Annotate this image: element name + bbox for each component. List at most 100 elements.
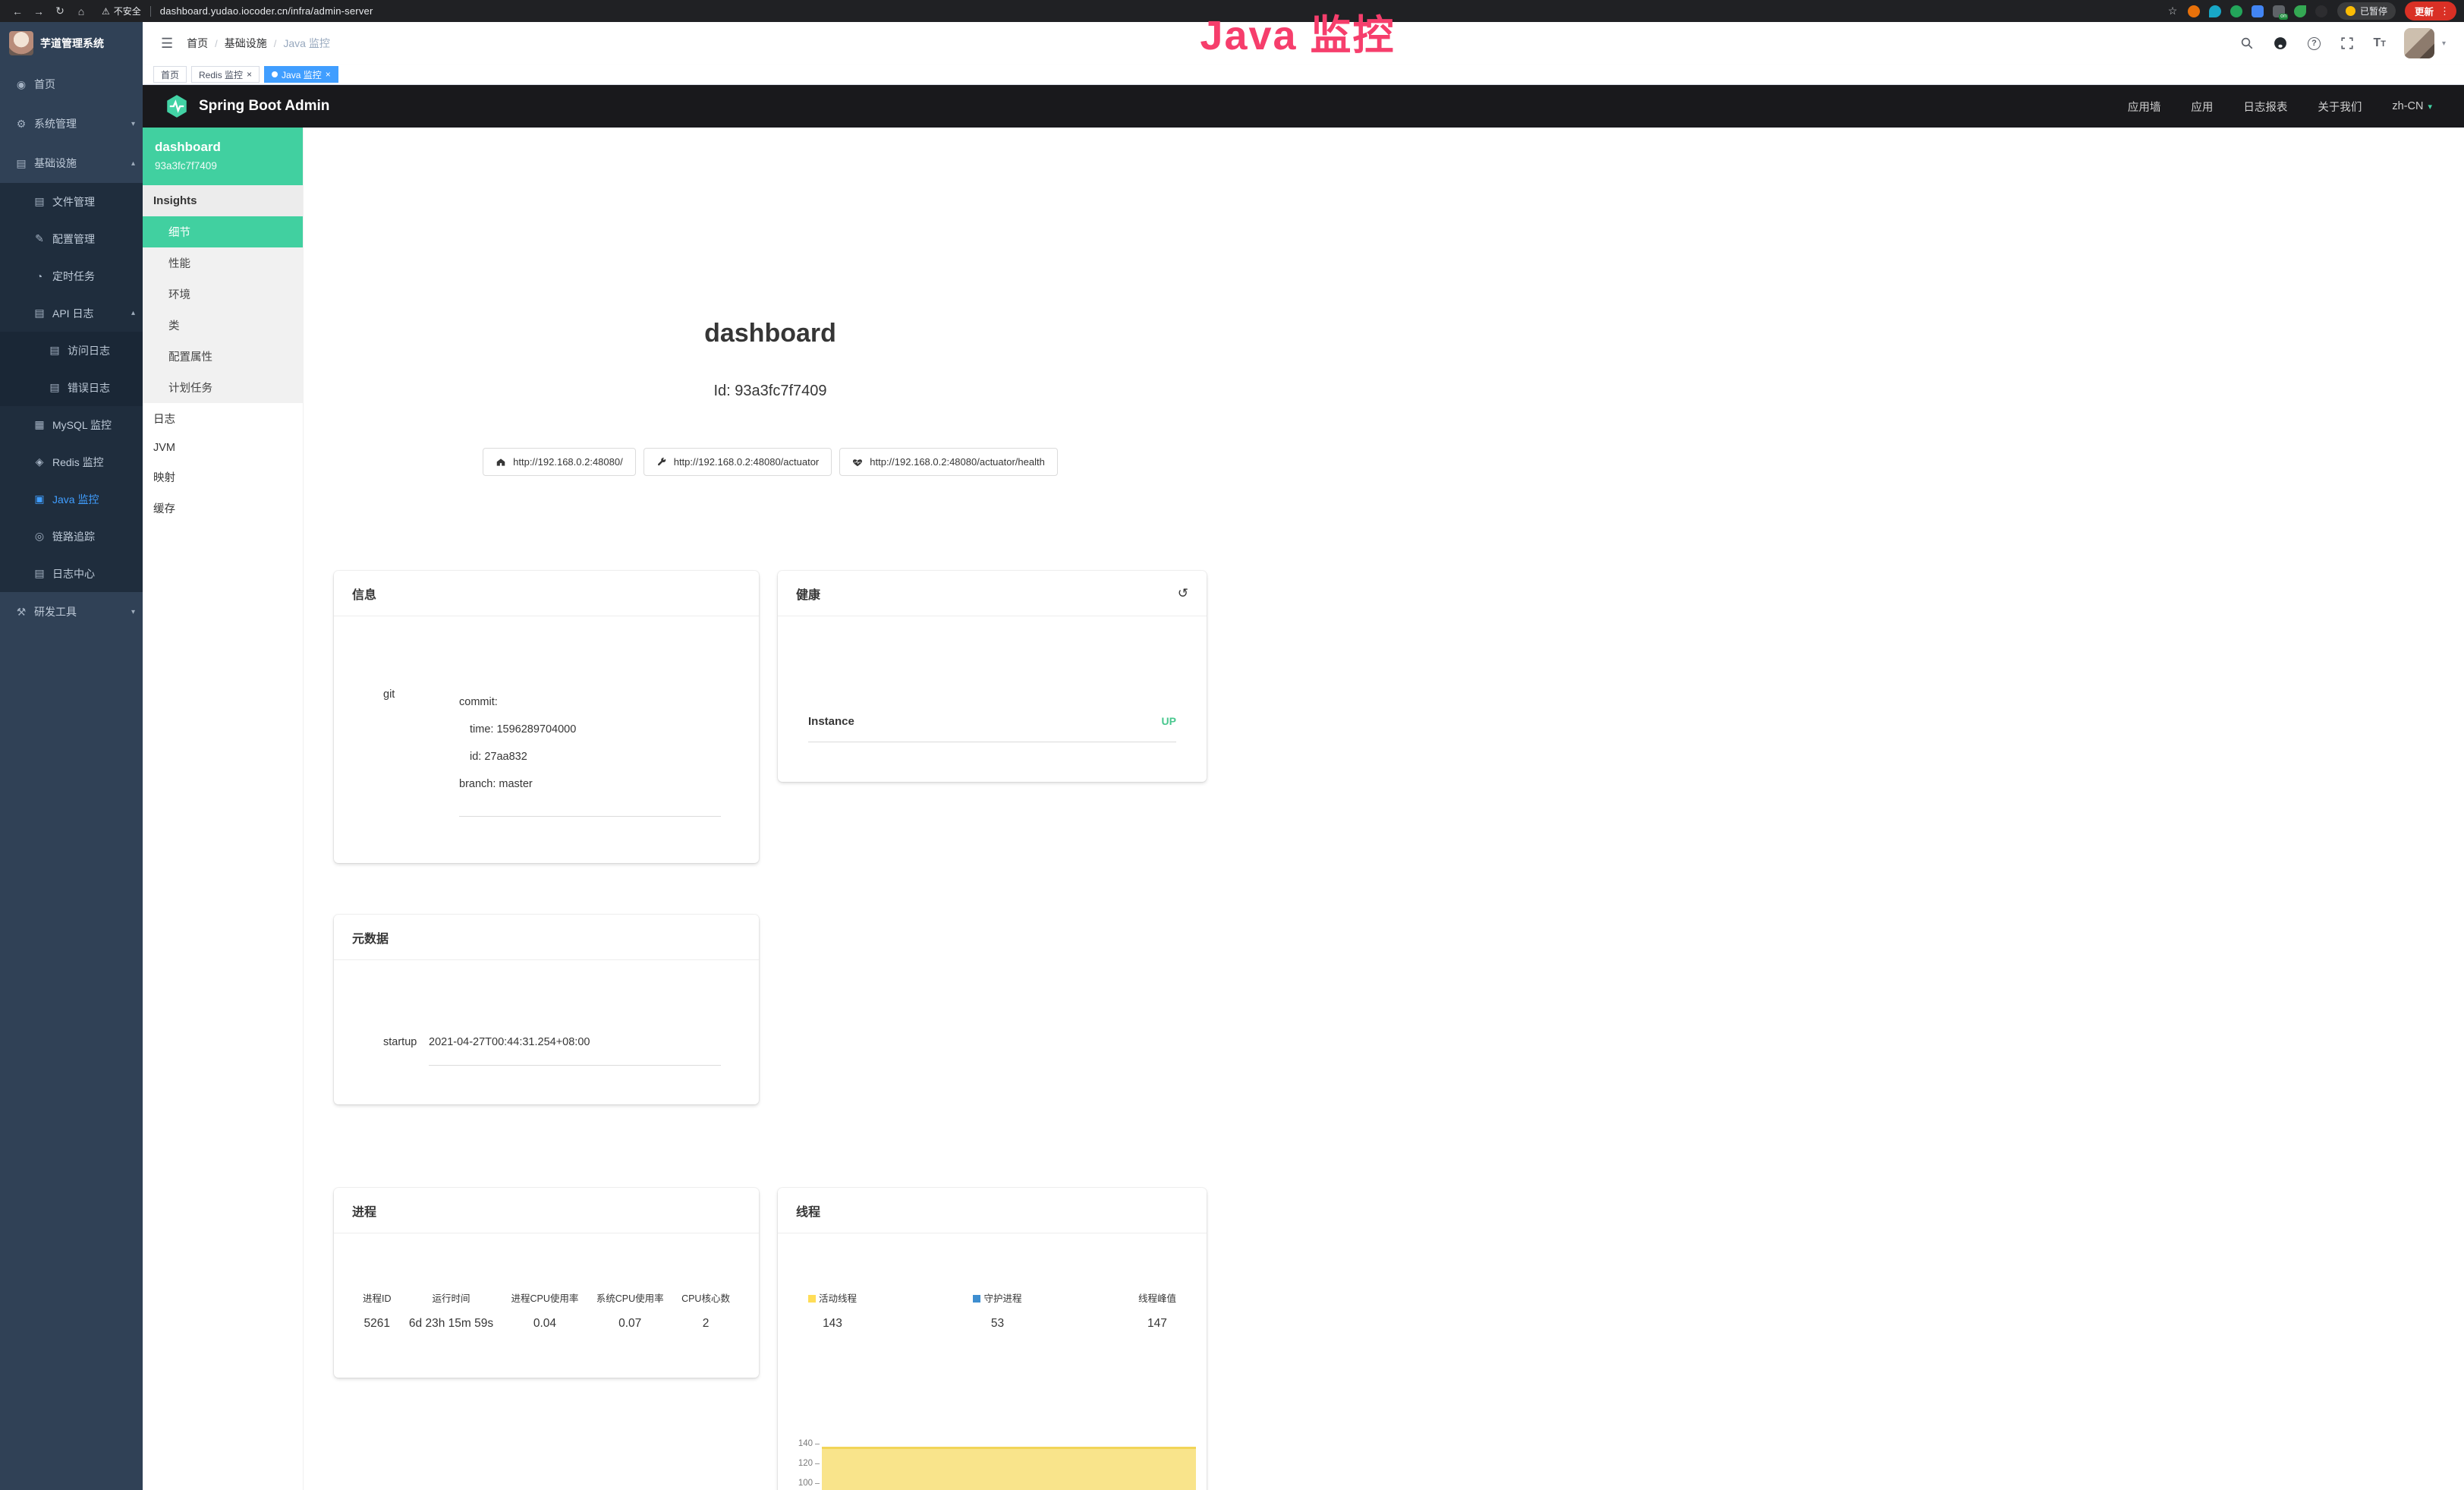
update-button[interactable]: 更新 ⋮ <box>2405 2 2456 20</box>
extension-icon-grid[interactable] <box>2252 5 2264 17</box>
back-icon[interactable]: ← <box>8 5 27 17</box>
tab-home[interactable]: 首页 <box>153 66 187 83</box>
sidebar-item-redis-monitor[interactable]: ◈ Redis 监控 <box>0 443 143 480</box>
extension-icon-green-circle[interactable] <box>2230 5 2242 17</box>
address-bar-url[interactable]: dashboard.yudao.iocoder.cn/infra/admin-s… <box>160 5 373 17</box>
sidebar-item-file-management[interactable]: ▤ 文件管理 <box>0 183 143 220</box>
user-avatar[interactable] <box>2404 28 2434 58</box>
process-card: 进程 进程ID 5261 运行时间 6d 23h 15m 59s 进程CPU使用… <box>334 1188 759 1378</box>
app-logo[interactable]: 芋道管理系统 <box>0 22 143 65</box>
fullscreen-icon[interactable] <box>2340 36 2355 51</box>
tab-redis-monitor[interactable]: Redis 监控 × <box>191 66 260 83</box>
site-security-chip[interactable]: ⚠ 不安全 <box>102 5 141 17</box>
legend-value: 147 <box>1138 1317 1176 1331</box>
sidebar-item-api-logs[interactable]: ▤ API 日志 ▴ <box>0 295 143 332</box>
sidebar-item-home[interactable]: ◉ 首页 <box>0 65 143 104</box>
history-icon[interactable]: ↺ <box>1178 586 1188 601</box>
sidebar-item-link-tracing[interactable]: ◎ 链路追踪 <box>0 518 143 555</box>
sidebar-item-config-management[interactable]: ✎ 配置管理 <box>0 220 143 257</box>
sidebar-item-error-logs[interactable]: ▤ 错误日志 <box>0 369 143 406</box>
instance-name: dashboard <box>155 140 291 155</box>
sba-item-details[interactable]: 细节 <box>143 216 303 247</box>
metadata-card-title: 元数据 <box>352 928 389 947</box>
sba-item-logs[interactable]: 日志 <box>143 403 303 434</box>
sba-item-config-props[interactable]: 配置属性 <box>143 341 303 372</box>
legend-peak-threads: 线程峰值 147 <box>1138 1290 1176 1331</box>
health-url-button[interactable]: http://192.168.0.2:48080/actuator/health <box>839 448 1058 476</box>
sidebar-item-scheduled-tasks[interactable]: ◔ 定时任务 <box>0 257 143 295</box>
health-instance-row[interactable]: Instance UP <box>808 715 1176 742</box>
sba-instance-header[interactable]: dashboard 93a3fc7f7409 <box>143 128 303 185</box>
sidebar-item-mysql-monitor[interactable]: ▦ MySQL 监控 <box>0 406 143 443</box>
avatar-caret-down-icon[interactable]: ▾ <box>2442 39 2446 48</box>
breadcrumb-home[interactable]: 首页 <box>187 36 208 51</box>
close-icon[interactable]: × <box>247 69 252 80</box>
extension-icon-droplet[interactable] <box>2209 5 2221 17</box>
process-card-header: 进程 <box>334 1188 759 1233</box>
sidebar-item-system-management[interactable]: ⚙ 系统管理 ▾ <box>0 104 143 143</box>
browser-menu-icon[interactable]: ⋮ <box>2437 5 2453 17</box>
actuator-url-button[interactable]: http://192.168.0.2:48080/actuator <box>644 448 832 476</box>
sidebar-item-java-monitor[interactable]: ▣ Java 监控 <box>0 480 143 518</box>
log-icon: ▤ <box>49 381 61 394</box>
col-value: 2 <box>681 1317 730 1331</box>
sba-brand[interactable]: Spring Boot Admin <box>164 93 329 119</box>
service-url-button[interactable]: http://192.168.0.2:48080/ <box>483 448 636 476</box>
log-icon: ▤ <box>49 344 61 357</box>
sba-item-caches[interactable]: 缓存 <box>143 493 303 524</box>
sidebar-section-insights: Insights <box>143 185 303 216</box>
chevron-down-icon: ▾ <box>131 608 135 616</box>
sba-content: dashboard Id: 93a3fc7f7409 http://192.16… <box>304 128 2464 1490</box>
search-icon[interactable] <box>2239 36 2255 51</box>
font-size-icon[interactable]: TT <box>2373 36 2386 50</box>
y-axis-tick: 140 <box>787 1439 813 1448</box>
bookmark-star-icon[interactable]: ☆ <box>2163 5 2182 17</box>
home-icon <box>496 457 506 468</box>
browser-home-icon[interactable]: ⌂ <box>71 5 91 17</box>
info-card-title: 信息 <box>352 584 376 603</box>
extension-icon-paw[interactable] <box>2315 5 2327 17</box>
instance-links: http://192.168.0.2:48080/ http://192.168… <box>334 448 1207 476</box>
sidebar-item-log-center[interactable]: ▤ 日志中心 <box>0 555 143 592</box>
sba-item-mappings[interactable]: 映射 <box>143 461 303 493</box>
sba-instance-sidebar: dashboard 93a3fc7f7409 Insights 细节 性能 环境… <box>143 128 304 1490</box>
sba-item-classes[interactable]: 类 <box>143 310 303 341</box>
help-icon[interactable]: ? <box>2306 36 2321 51</box>
annotation-java-monitor: Java 监控 <box>1116 2 1480 61</box>
threads-card-header: 线程 <box>778 1188 1207 1233</box>
github-icon[interactable] <box>2273 36 2288 51</box>
reload-icon[interactable]: ↻ <box>50 5 70 17</box>
sba-item-metrics[interactable]: 性能 <box>143 247 303 279</box>
col-value: 5261 <box>363 1317 392 1331</box>
sba-nav-wallboard[interactable]: 应用墙 <box>2128 99 2161 115</box>
sidebar-item-access-logs[interactable]: ▤ 访问日志 <box>0 332 143 369</box>
threads-chart: 140 120 100 <box>787 1435 1196 1490</box>
instance-title: dashboard <box>334 319 1207 348</box>
admin-sidebar: 芋道管理系统 ◉ 首页 ⚙ 系统管理 ▾ ▤ 基础设施 ▴ ▤ 文件管理 ✎ 配… <box>0 22 143 1490</box>
sba-item-environment[interactable]: 环境 <box>143 279 303 310</box>
forward-icon[interactable]: → <box>29 5 49 17</box>
info-card: 信息 git commit: time: 1596289704000 id: 2… <box>334 571 759 863</box>
threads-card: 线程 活动线程 143 守护进程 53 线程峰值 147 140 <box>778 1188 1207 1490</box>
sidebar-item-infrastructure[interactable]: ▤ 基础设施 ▴ <box>0 143 143 183</box>
actuator-url-label: http://192.168.0.2:48080/actuator <box>674 456 820 468</box>
git-commit-line: commit: <box>459 688 721 716</box>
extension-icon-switch[interactable]: on <box>2273 5 2285 17</box>
sba-locale-select[interactable]: zh-CN ▾ <box>2392 100 2432 112</box>
sba-nav-applications[interactable]: 应用 <box>2191 99 2213 115</box>
log-icon: ▤ <box>33 567 46 580</box>
extension-icon-leaf[interactable] <box>2294 5 2306 17</box>
sba-nav-about[interactable]: 关于我们 <box>2318 99 2362 115</box>
extension-icon-orange[interactable] <box>2188 5 2200 17</box>
hamburger-icon[interactable]: ☰ <box>161 36 173 52</box>
tab-label: Java 监控 <box>282 68 322 81</box>
sba-item-scheduled-tasks[interactable]: 计划任务 <box>143 372 303 403</box>
paused-badge[interactable]: 已暂停 <box>2337 2 2396 20</box>
breadcrumb-infrastructure[interactable]: 基础设施 <box>225 36 267 51</box>
sba-nav-journal[interactable]: 日志报表 <box>2243 99 2287 115</box>
tags-view-bar: 首页 Redis 监控 × Java 监控 × <box>143 65 2464 85</box>
sba-item-jvm[interactable]: JVM <box>143 434 303 461</box>
sidebar-item-dev-tools[interactable]: ⚒ 研发工具 ▾ <box>0 592 143 632</box>
tab-java-monitor[interactable]: Java 监控 × <box>264 66 338 83</box>
close-icon[interactable]: × <box>326 69 331 80</box>
